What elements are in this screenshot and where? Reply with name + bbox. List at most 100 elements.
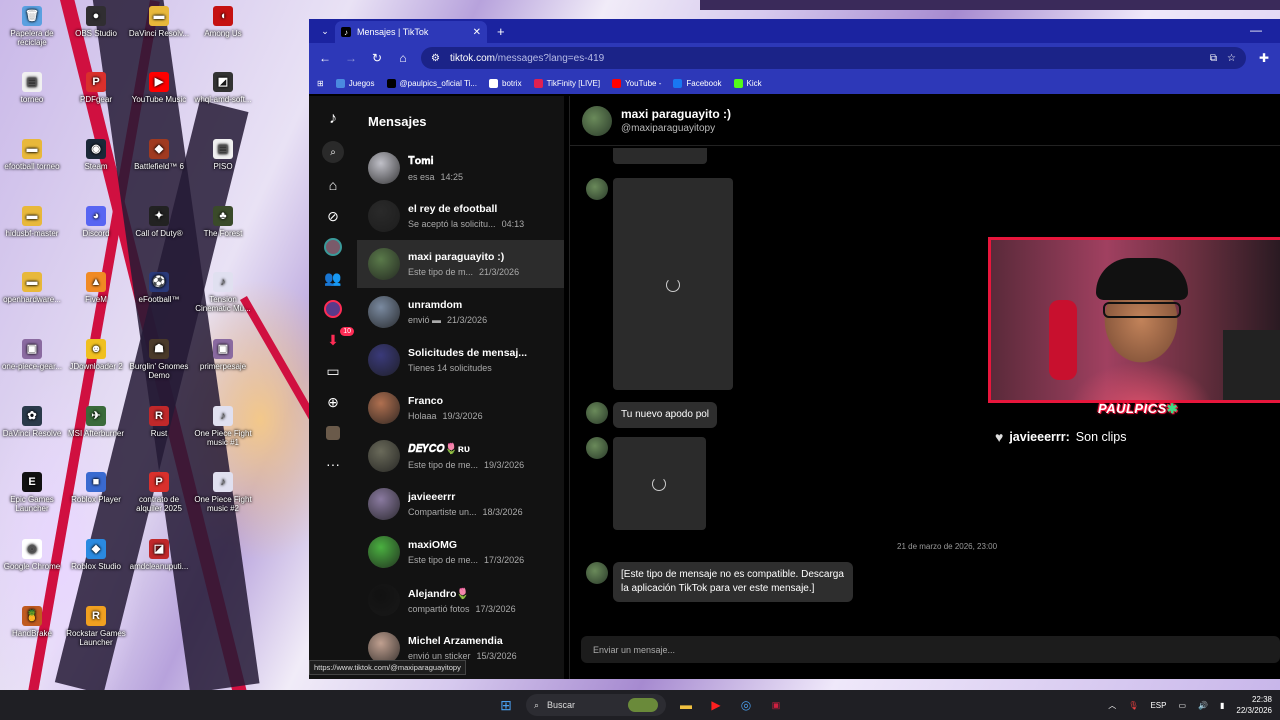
conversation-item[interactable]: 𝐓𝐨𝐦𝐢 es esa 14:25 <box>357 144 564 192</box>
desktop-icon[interactable]: ▬ DaVinci Resolv... <box>127 6 191 38</box>
search-icon[interactable]: ⌕ <box>322 141 344 163</box>
tab-search-chevron-icon[interactable]: ⌄ <box>315 21 335 41</box>
desktop-icon[interactable]: ▣ primerpesaje <box>191 339 255 371</box>
desktop-icon[interactable]: ◩ whql-amd-soft... <box>191 72 255 104</box>
desktop-icon[interactable]: ▬ openhardware... <box>0 272 64 304</box>
site-info-icon[interactable]: ⚙ <box>431 53 440 64</box>
bookmark-item[interactable]: TikFinity [LIVE] <box>533 79 600 88</box>
chrome-taskbar-icon[interactable]: ◎ <box>736 695 756 715</box>
close-tab-icon[interactable]: ✕ <box>473 27 481 38</box>
language-indicator[interactable]: ESP <box>1150 701 1166 710</box>
explore-icon[interactable]: ⊘ <box>324 207 342 225</box>
conversation-item[interactable]: javieeerrr Compartiste un... 18/3/2026 <box>357 480 564 528</box>
back-icon[interactable]: ← <box>317 51 333 65</box>
desktop-icon[interactable]: ▣ one-piece-gear... <box>0 339 64 371</box>
desktop-icon[interactable]: ◕ Discord <box>64 206 128 238</box>
message-input[interactable]: Enviar un mensaje... <box>581 636 1280 663</box>
windows-start-icon[interactable]: ⊞ <box>496 695 516 715</box>
desktop-icon[interactable]: R Rockstar Games Launcher <box>64 606 128 647</box>
desktop-icon[interactable] <box>191 539 255 562</box>
desktop-icon[interactable]: ▬ hidusbf-master <box>0 206 64 238</box>
forward-icon[interactable]: → <box>343 51 359 65</box>
reload-icon[interactable]: ↻ <box>369 51 385 65</box>
desktop-icon[interactable]: ▤ PISO <box>191 139 255 171</box>
desktop-icon[interactable]: ♪ One Piece Fight music #2 <box>191 472 255 513</box>
desktop-icon[interactable]: ▶ YouTube Music <box>127 72 191 104</box>
desktop-icon[interactable]: P PDFgear <box>64 72 128 104</box>
unsupported-message-bubble[interactable]: [Este tipo de mensaje no es compatible. … <box>613 562 853 602</box>
bookmark-item[interactable]: YouTube - <box>612 79 661 88</box>
activity-icon[interactable]: ⬇ 10 <box>324 327 354 349</box>
desktop-icon[interactable]: ☻ JDownloader 2 <box>64 339 128 371</box>
tiktok-logo-icon[interactable]: ♪ <box>324 110 342 128</box>
desktop-icon[interactable]: R Rust <box>127 406 191 438</box>
message-avatar[interactable] <box>586 437 608 459</box>
minimize-icon[interactable]: — <box>1250 23 1262 37</box>
conversation-item[interactable]: Alejandro🌷 compartió fotos 17/3/2026 <box>357 576 564 624</box>
tray-chevron-icon[interactable]: ︿ <box>1108 700 1116 711</box>
tab-tiktok-messages[interactable]: ♪ Mensajes | TikTok ✕ <box>335 21 487 43</box>
taskbar-search[interactable]: ⌕ Buscar <box>526 694 666 716</box>
network-icon[interactable]: ▭ <box>1178 701 1186 710</box>
file-explorer-icon[interactable]: ▬ <box>676 695 696 715</box>
home-nav-icon[interactable]: ⌂ <box>324 176 342 194</box>
desktop-icon[interactable]: ▲ FiveM <box>64 272 128 304</box>
bookmark-item[interactable]: @paulpics_oficial Ti... <box>386 79 477 88</box>
conversation-item[interactable]: unramdom envió ▬ 21/3/2026 <box>357 288 564 336</box>
message-avatar[interactable] <box>586 562 608 584</box>
desktop-icon[interactable]: Pcontrato de alquiler 2025 <box>127 472 191 513</box>
battery-icon[interactable]: ▮ <box>1220 701 1224 710</box>
message-avatar[interactable] <box>586 178 608 200</box>
extensions-icon[interactable]: ✚ <box>1256 51 1272 65</box>
microphone-icon[interactable]: 🎙 <box>1128 701 1138 710</box>
desktop-icon[interactable]: 🗑 Papelera de reciclaje <box>0 6 64 47</box>
chat-username[interactable]: @maxiparaguayitopy <box>621 123 731 134</box>
desktop-icon[interactable]: ◉ Steam <box>64 139 128 171</box>
desktop-icon[interactable]: ♣ The Forest <box>191 206 255 238</box>
voicemeeter-icon[interactable]: ▣ <box>766 695 786 715</box>
new-tab-icon[interactable]: + <box>497 24 505 39</box>
desktop-icon[interactable]: 🍍 HandBrake <box>0 606 64 638</box>
conversation-item[interactable]: 𝑫𝑬𝒀𝑪𝑶🌷ʀᴜ Este tipo de me... 19/3/2026 <box>357 432 564 480</box>
friends-icon[interactable]: 👥 <box>324 269 342 287</box>
message-bubble[interactable]: Tu nuevo apodo pol <box>613 402 718 428</box>
conversation-item[interactable]: Solicitudes de mensaj... Tienes 14 solici… <box>357 336 564 384</box>
profile-avatar-icon[interactable] <box>324 238 342 256</box>
conversation-item[interactable]: maxi paraguayito :) Este tipo de m... 21/3… <box>357 240 564 288</box>
desktop-icon[interactable]: ✿ DaVinci Resolve <box>0 406 64 438</box>
desktop-icon[interactable]: ⚽ eFootball™ <box>127 272 191 304</box>
conversation-item[interactable]: el rey de efootball Se aceptó la solicitu… <box>357 192 564 240</box>
desktop-icon[interactable]: ◆ Roblox Studio <box>64 539 128 571</box>
desktop-icon[interactable]: ◎ Google Chrome <box>0 539 64 571</box>
desktop-icon[interactable]: ▤ torneo <box>0 72 64 104</box>
message-avatar[interactable] <box>586 402 608 424</box>
desktop-icon[interactable]: ◆ Battlefield™ 6 <box>127 139 191 171</box>
desktop-icon[interactable]: ♪ Tension Cinematic Mu... <box>191 272 255 313</box>
desktop-icon[interactable]: E Epic Games Launcher <box>0 472 64 513</box>
volume-icon[interactable]: 🔊 <box>1198 701 1208 710</box>
desktop-icon[interactable]: ● OBS Studio <box>64 6 128 38</box>
home-icon[interactable]: ⌂ <box>395 51 411 65</box>
bookmark-item[interactable]: Juegos <box>335 79 375 88</box>
media-message-partial[interactable] <box>613 148 707 164</box>
desktop-icon[interactable]: ☗ Burglin' Gnomes Demo <box>127 339 191 380</box>
chat-name[interactable]: maxi paraguayito :) <box>621 107 731 121</box>
install-app-icon[interactable]: ⧉ <box>1210 53 1217 64</box>
desktop-icon[interactable]: ▬ efootball torneo <box>0 139 64 171</box>
conversation-item[interactable]: maxiOMG Este tipo de me... 17/3/2026 <box>357 528 564 576</box>
more-icon[interactable]: ··· <box>324 455 342 473</box>
bookmark-item[interactable]: Facebook <box>673 79 722 88</box>
conversation-item[interactable]: Franco Holaaa 19/3/2026 <box>357 384 564 432</box>
system-clock[interactable]: 22:38 22/3/2026 <box>1236 694 1272 716</box>
desktop-icon[interactable]: ■ Roblox Player <box>64 472 128 504</box>
user-avatar-icon[interactable] <box>324 424 342 442</box>
bookmark-item[interactable]: botrix <box>489 79 522 88</box>
desktop-icon[interactable]: ◪ amdcleanuputi... <box>127 539 191 571</box>
desktop-icon[interactable]: ◖ Among Us <box>191 6 255 38</box>
chat-avatar[interactable] <box>582 105 612 136</box>
desktop-icon[interactable]: ♪ One Piece Fight music #1 <box>191 406 255 447</box>
youtube-music-taskbar-icon[interactable]: ▶ <box>706 695 726 715</box>
live-avatar-icon[interactable] <box>324 300 342 318</box>
messages-icon[interactable]: ▭ <box>324 362 342 380</box>
bookmark-star-icon[interactable]: ☆ <box>1227 53 1236 64</box>
